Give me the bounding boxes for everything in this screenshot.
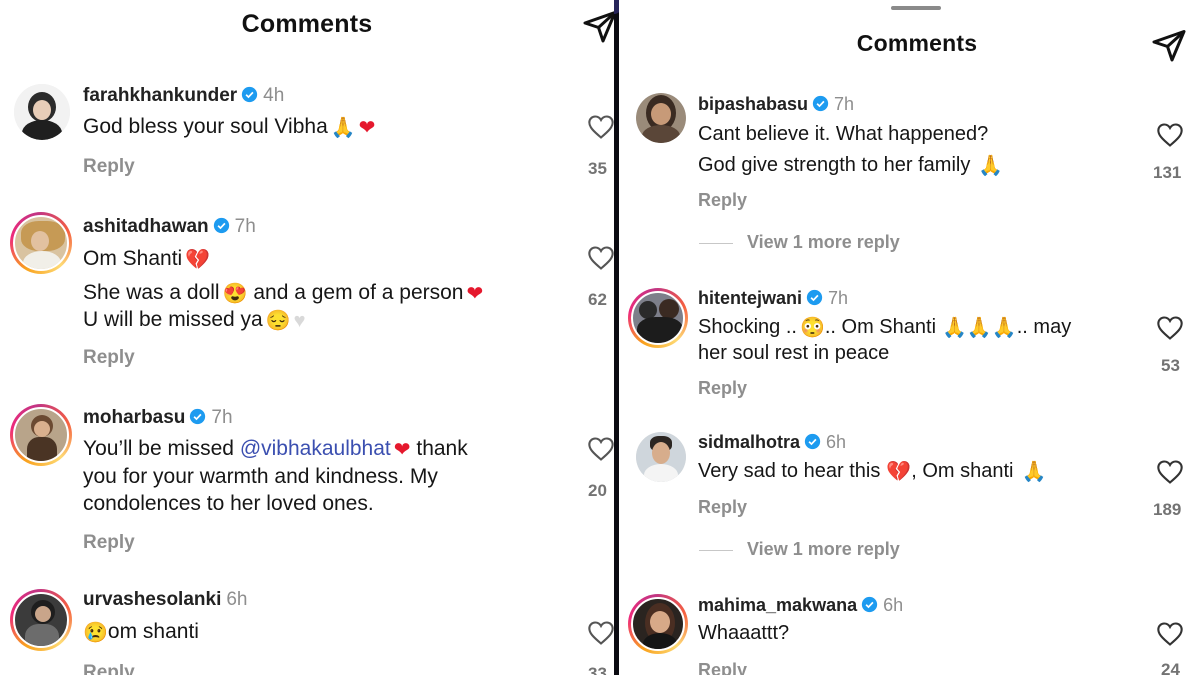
comment-username[interactable]: hitentejwani xyxy=(698,288,802,308)
comment-username[interactable]: urvashesolanki xyxy=(83,589,221,610)
mention-link[interactable]: @vibhakaulbhat xyxy=(240,437,391,460)
avatar[interactable] xyxy=(628,288,688,348)
crying-face-emoji: 😢 xyxy=(83,622,108,644)
verified-badge-icon xyxy=(806,289,823,306)
praying-hands-emoji: 🙏🙏🙏 xyxy=(942,317,1017,339)
left-comments-panel: Comments farahkhankunder 4h God bless you… xyxy=(0,0,614,675)
comment-text: Very sad to hear this 💔, Om shanti 🙏 xyxy=(698,460,1047,483)
comment-time: 4h xyxy=(263,85,285,106)
comment-username[interactable]: ashitadhawan xyxy=(83,216,209,237)
comment-time: 6h xyxy=(226,589,248,610)
red-heart-emoji: ❤ xyxy=(393,439,411,461)
comment-time: 6h xyxy=(826,432,847,452)
comment-time: 7h xyxy=(834,94,855,114)
comment-text: condolences to her loved ones. xyxy=(83,492,374,515)
red-heart-emoji: ❤ xyxy=(358,117,376,139)
reply-button[interactable]: Reply xyxy=(698,660,747,675)
verified-badge-icon xyxy=(242,86,258,103)
comments-header: Comments xyxy=(0,0,614,60)
heart-outline-icon[interactable] xyxy=(587,114,614,140)
right-comments-panel: Comments bipashabasu 7h Cant believe it. … xyxy=(619,0,1200,675)
comment-text: She was a doll 😍 and a gem of a person ❤ xyxy=(83,281,484,305)
verified-badge-icon xyxy=(861,596,878,613)
comment-text: Whaaattt? xyxy=(698,622,790,644)
comment-text: Cant believe it. What happened? xyxy=(698,123,989,145)
paper-plane-icon[interactable] xyxy=(1151,27,1187,63)
comment-text: Om Shanti 💔 xyxy=(83,247,211,271)
comment-time: 7h xyxy=(211,407,233,428)
comment-text: U will be missed ya 😔 ♥ xyxy=(83,308,306,332)
white-heart-emoji: ♥ xyxy=(293,310,306,332)
comment-text: you for your warmth and kindness. My xyxy=(83,465,438,488)
heart-outline-icon[interactable] xyxy=(1156,459,1184,485)
heart-outline-icon[interactable] xyxy=(587,620,614,646)
verified-badge-icon xyxy=(213,217,229,234)
praying-hands-emoji: 🙏 xyxy=(978,155,1004,177)
page-title: Comments xyxy=(856,30,978,56)
like-count: 131 xyxy=(1153,163,1182,182)
comment-text: Shocking .. 😳.. Om Shanti 🙏🙏🙏.. may xyxy=(698,316,1072,339)
red-heart-emoji: ❤ xyxy=(466,283,484,305)
verified-badge-icon xyxy=(804,433,821,450)
avatar[interactable] xyxy=(10,404,72,466)
like-count: 24 xyxy=(1161,660,1180,675)
heart-outline-icon[interactable] xyxy=(1156,621,1184,647)
avatar[interactable] xyxy=(628,594,688,654)
broken-heart-emoji: 💔 xyxy=(185,249,211,271)
like-count: 20 xyxy=(588,481,607,500)
flushed-face-emoji: 😳 xyxy=(799,317,825,339)
heart-outline-icon[interactable] xyxy=(1156,122,1184,148)
comment-username[interactable]: bipashabasu xyxy=(698,94,808,114)
heart-eyes-emoji: 😍 xyxy=(222,283,248,305)
avatar[interactable] xyxy=(10,589,72,651)
like-count: 62 xyxy=(588,290,607,309)
view-more-replies-button[interactable]: View 1 more reply xyxy=(699,539,900,560)
comment-username[interactable]: moharbasu xyxy=(83,407,185,428)
page-title: Comments xyxy=(241,10,373,38)
comment-time: 7h xyxy=(828,288,849,308)
reply-button[interactable]: Reply xyxy=(83,156,135,178)
like-count: 53 xyxy=(1161,356,1180,375)
avatar[interactable] xyxy=(636,93,686,143)
paper-plane-icon[interactable] xyxy=(582,8,614,44)
like-count: 189 xyxy=(1153,500,1182,519)
like-count: 35 xyxy=(588,159,607,178)
reply-button[interactable]: Reply xyxy=(698,190,747,211)
pensive-face-emoji: 😔 xyxy=(265,310,291,332)
heart-outline-icon[interactable] xyxy=(587,436,614,462)
comment-username[interactable]: mahima_makwana xyxy=(698,595,857,615)
comment-text: her soul rest in peace xyxy=(698,342,890,364)
comment-time: 6h xyxy=(883,595,904,615)
reply-button[interactable]: Reply xyxy=(83,347,135,369)
like-count: 33 xyxy=(588,664,607,675)
comment-username[interactable]: farahkhankunder xyxy=(83,85,237,106)
reply-button[interactable]: Reply xyxy=(83,532,135,554)
reply-button[interactable]: Reply xyxy=(83,662,135,675)
heart-outline-icon[interactable] xyxy=(587,245,614,271)
comment-text: You’ll be missed @vibhakaulbhat ❤ thank xyxy=(83,437,468,461)
reply-button[interactable]: Reply xyxy=(698,378,747,399)
comment-username[interactable]: sidmalhotra xyxy=(698,432,800,452)
avatar[interactable] xyxy=(10,212,72,274)
comment-text: 😢om shanti xyxy=(83,620,199,644)
avatar[interactable] xyxy=(14,84,70,140)
comment-text: God give strength to her family 🙏 xyxy=(698,154,1004,177)
comments-header: Comments xyxy=(619,0,1200,63)
praying-hands-emoji: 🙏 xyxy=(330,117,356,139)
verified-badge-icon xyxy=(190,408,206,425)
broken-heart-emoji: 💔 xyxy=(886,461,912,483)
verified-badge-icon xyxy=(812,95,829,112)
praying-hands-emoji: 🙏 xyxy=(1021,461,1047,483)
comment-time: 7h xyxy=(234,216,256,237)
reply-button[interactable]: Reply xyxy=(698,497,747,518)
comment-text: God bless your soul Vibha 🙏 ❤ xyxy=(83,115,376,139)
heart-outline-icon[interactable] xyxy=(1156,315,1184,341)
avatar[interactable] xyxy=(636,432,686,482)
view-more-replies-button[interactable]: View 1 more reply xyxy=(699,232,900,253)
